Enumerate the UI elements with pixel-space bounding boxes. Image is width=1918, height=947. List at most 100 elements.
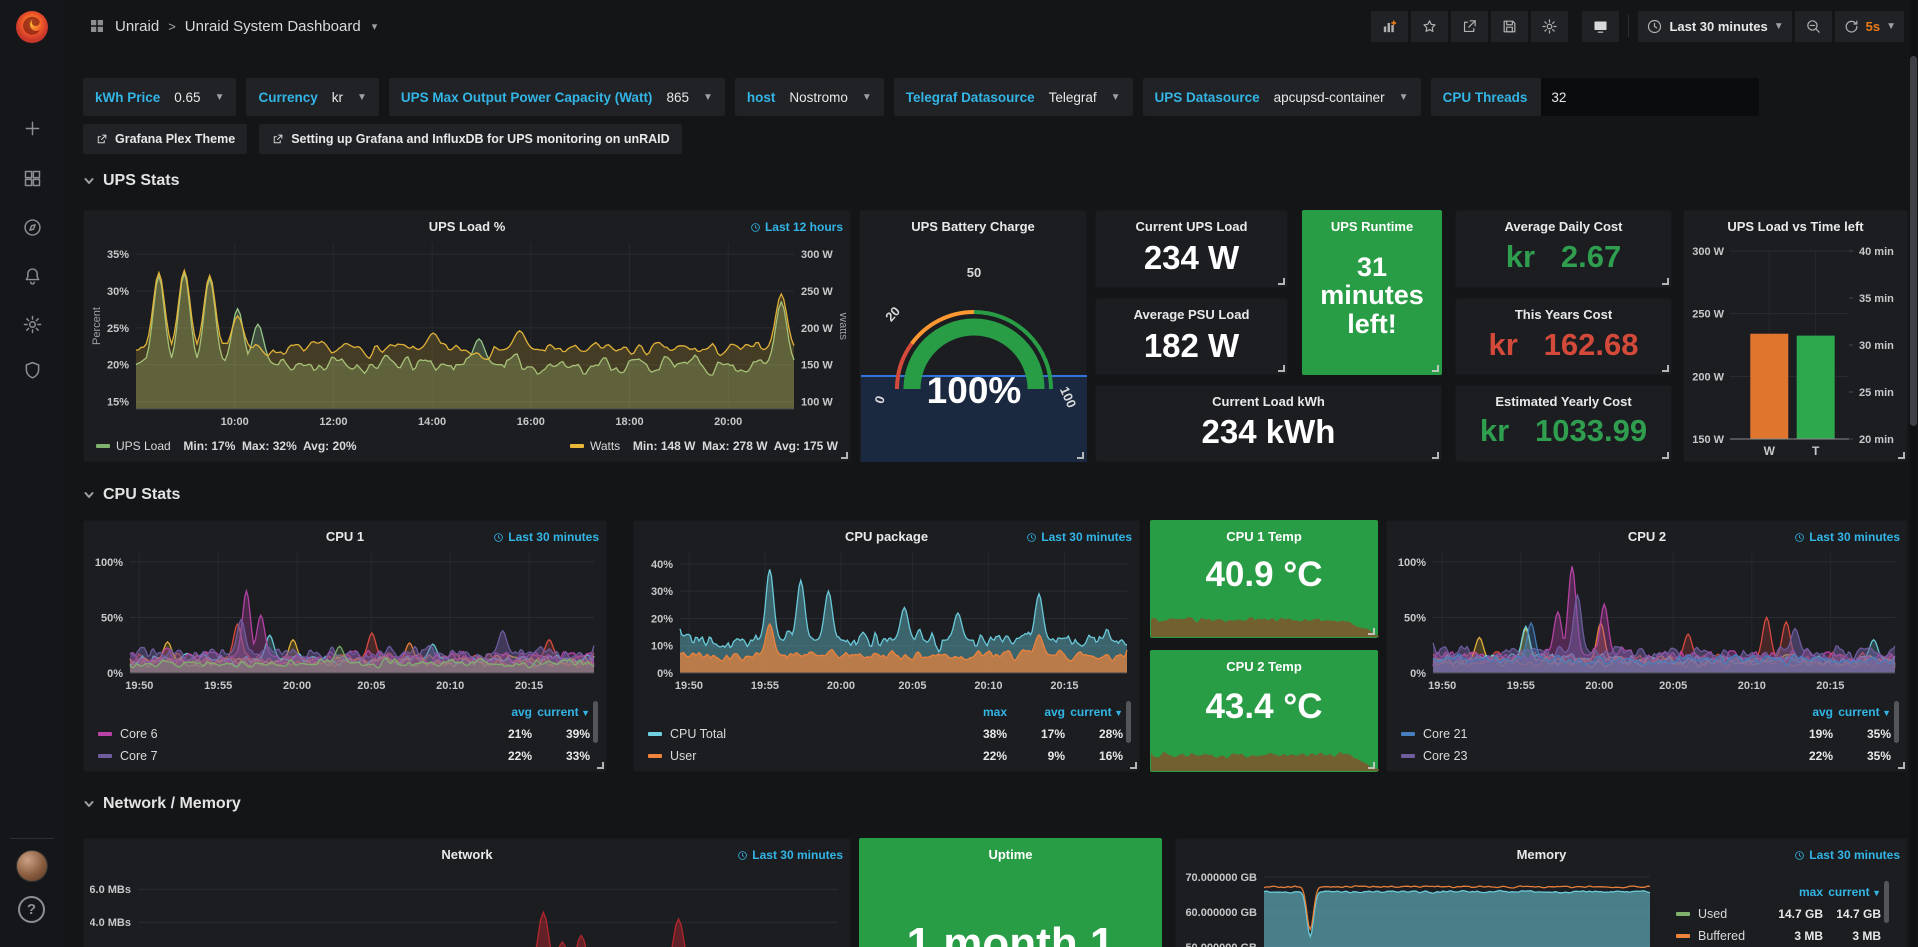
- ups-load-chart[interactable]: 35%30%25%20%15%300 W250 W200 W150 W100 W…: [90, 235, 846, 433]
- panel-current-ups-load: Current UPS Load 234 W: [1095, 210, 1288, 288]
- legend-scrollbar[interactable]: [1884, 881, 1889, 923]
- dashboard-settings-gear-icon[interactable]: [1531, 11, 1568, 42]
- page-scrollbar-thumb[interactable]: [1910, 56, 1917, 426]
- star-button[interactable]: [1411, 11, 1448, 42]
- panel-time-override[interactable]: Last 12 hours: [750, 220, 843, 234]
- panel-resize-handle[interactable]: [1662, 278, 1669, 285]
- refresh-button[interactable]: 5s ▼: [1835, 11, 1904, 42]
- panel-resize-handle[interactable]: [597, 762, 604, 769]
- variable-ups-max-output[interactable]: UPS Max Output Power Capacity (Watt)865▼: [389, 78, 725, 116]
- cpu-threads-input[interactable]: 32: [1541, 78, 1759, 116]
- dashboard-title[interactable]: Unraid System Dashboard: [185, 18, 361, 35]
- panel-time-override[interactable]: Last 30 minutes: [1026, 530, 1132, 544]
- save-button[interactable]: [1491, 11, 1528, 42]
- network-chart[interactable]: 6.0 MBs4.0 MBs2.0 MBs: [90, 865, 846, 947]
- configuration-gear-icon[interactable]: [14, 306, 50, 342]
- share-button[interactable]: [1451, 11, 1488, 42]
- variable-telegraf-datasource[interactable]: Telegraf DatasourceTelegraf▼: [894, 78, 1133, 116]
- legend-series-toggle[interactable]: Core 7: [98, 749, 474, 763]
- add-panel-button[interactable]: [1371, 11, 1408, 42]
- svg-text:50%: 50%: [1404, 612, 1426, 624]
- legend-sort-max[interactable]: max: [1765, 885, 1823, 899]
- variable-kwh-price[interactable]: kWh Price0.65▼: [83, 78, 236, 116]
- legend-sort-avg[interactable]: avg: [474, 705, 532, 719]
- explore-icon[interactable]: [14, 209, 50, 245]
- svg-text:40%: 40%: [651, 559, 673, 571]
- legend-sort-max[interactable]: max: [949, 705, 1007, 719]
- legend-series-toggle[interactable]: Buffered: [1676, 929, 1765, 943]
- server-admin-shield-icon[interactable]: [14, 352, 50, 388]
- section-ups-stats[interactable]: UPS Stats: [83, 172, 179, 190]
- panel-title[interactable]: UPS Load %: [84, 219, 850, 234]
- ups-bar-chart[interactable]: 300 W250 W200 W150 W40 min35 min30 min25…: [1684, 235, 1909, 457]
- section-network-memory[interactable]: Network / Memory: [83, 795, 241, 813]
- legend-series-toggle[interactable]: CPU Total: [648, 727, 949, 741]
- variable-currency[interactable]: Currencykr▼: [246, 78, 378, 116]
- panel-resize-handle[interactable]: [1432, 452, 1439, 459]
- panel-time-override[interactable]: Last 30 minutes: [493, 530, 599, 544]
- help-icon[interactable]: ?: [18, 896, 45, 923]
- panel-resize-handle[interactable]: [1278, 365, 1285, 372]
- legend-series-toggle[interactable]: Used: [1676, 907, 1765, 921]
- panel-resize-handle[interactable]: [1368, 762, 1375, 769]
- svg-text:50%: 50%: [101, 612, 123, 624]
- memory-chart[interactable]: 70.000000 GB60.000000 GB50.000000 GB: [1180, 865, 1658, 947]
- legend-series-toggle[interactable]: User: [648, 749, 949, 763]
- legend-series-toggle[interactable]: Core 23: [1401, 749, 1775, 763]
- link-ups-monitoring-guide[interactable]: Setting up Grafana and InfluxDB for UPS …: [259, 124, 681, 154]
- cpu2-chart[interactable]: 100%50%0%19:5019:5520:0020:0520:1020:15: [1393, 545, 1903, 697]
- legend-scrollbar[interactable]: [1126, 701, 1131, 743]
- page-scrollbar[interactable]: [1910, 0, 1917, 947]
- legend-item-ups-load[interactable]: UPS Load Min: 17% Max: 32% Avg: 20%: [96, 439, 357, 453]
- cpu-package-chart[interactable]: 40%30%20%10%0%19:5019:5520:0020:0520:102…: [640, 545, 1135, 697]
- panel-resize-handle[interactable]: [1662, 365, 1669, 372]
- zoom-out-button[interactable]: [1795, 11, 1832, 42]
- legend-sort-current[interactable]: current ▼: [532, 705, 590, 719]
- panel-resize-handle[interactable]: [1662, 452, 1669, 459]
- user-avatar[interactable]: [16, 850, 48, 882]
- panel-resize-handle[interactable]: [1278, 278, 1285, 285]
- time-range-picker[interactable]: Last 30 minutes ▼: [1638, 11, 1791, 42]
- section-cpu-stats[interactable]: CPU Stats: [83, 486, 180, 504]
- create-icon[interactable]: [14, 110, 50, 146]
- svg-text:300 W: 300 W: [1692, 246, 1724, 258]
- panel-resize-handle[interactable]: [841, 452, 848, 459]
- alerting-bell-icon[interactable]: [14, 258, 50, 294]
- legend-sort-avg[interactable]: avg: [1775, 705, 1833, 719]
- legend-series-toggle[interactable]: Core 21: [1401, 727, 1775, 741]
- panel-resize-handle[interactable]: [1368, 628, 1375, 635]
- series-color-mark: [98, 754, 112, 758]
- dashboard-title-caret-icon[interactable]: ▾: [372, 20, 378, 33]
- panel-resize-handle[interactable]: [1432, 365, 1439, 372]
- panel-time-override[interactable]: Last 30 minutes: [1794, 848, 1900, 862]
- panel-resize-handle[interactable]: [1898, 762, 1905, 769]
- link-grafana-plex-theme[interactable]: Grafana Plex Theme: [83, 124, 247, 154]
- dashboards-icon[interactable]: [14, 160, 50, 196]
- panel-time-override[interactable]: Last 30 minutes: [1794, 530, 1900, 544]
- legend-scrollbar[interactable]: [1894, 701, 1899, 743]
- panel-resize-handle[interactable]: [1077, 452, 1084, 459]
- legend-sort-avg[interactable]: avg: [1007, 705, 1065, 719]
- legend-scrollbar[interactable]: [593, 701, 598, 743]
- legend-sort-current[interactable]: current ▼: [1823, 885, 1881, 899]
- svg-text:20%: 20%: [107, 360, 129, 372]
- breadcrumb-app[interactable]: Unraid: [115, 18, 159, 35]
- grafana-logo-icon[interactable]: [13, 8, 51, 46]
- legend-sort-current[interactable]: current ▼: [1833, 705, 1891, 719]
- cpu1-chart[interactable]: 100%50%0%19:5019:5520:0020:0520:1020:15: [90, 545, 602, 697]
- sidebar: ?: [0, 0, 64, 947]
- legend-row: Used14.7 GB14.7 GB: [1676, 903, 1881, 925]
- external-link-icon: [271, 133, 284, 146]
- variable-host[interactable]: hostNostromo▼: [735, 78, 884, 116]
- legend-series-toggle[interactable]: Core 6: [98, 727, 474, 741]
- dashboard-grid-icon[interactable]: [88, 17, 106, 35]
- legend-header: avgcurrent ▼: [98, 701, 590, 723]
- panel-resize-handle[interactable]: [1130, 762, 1137, 769]
- tv-cycle-button[interactable]: [1582, 11, 1619, 42]
- legend-sort-current[interactable]: current ▼: [1065, 705, 1123, 719]
- legend-item-watts[interactable]: Watts Min: 148 W Max: 278 W Avg: 175 W: [570, 439, 838, 453]
- svg-text:20:05: 20:05: [357, 680, 385, 692]
- variable-ups-datasource[interactable]: UPS Datasourceapcupsd-container▼: [1143, 78, 1421, 116]
- panel-resize-handle[interactable]: [1898, 452, 1905, 459]
- panel-time-override[interactable]: Last 30 minutes: [737, 848, 843, 862]
